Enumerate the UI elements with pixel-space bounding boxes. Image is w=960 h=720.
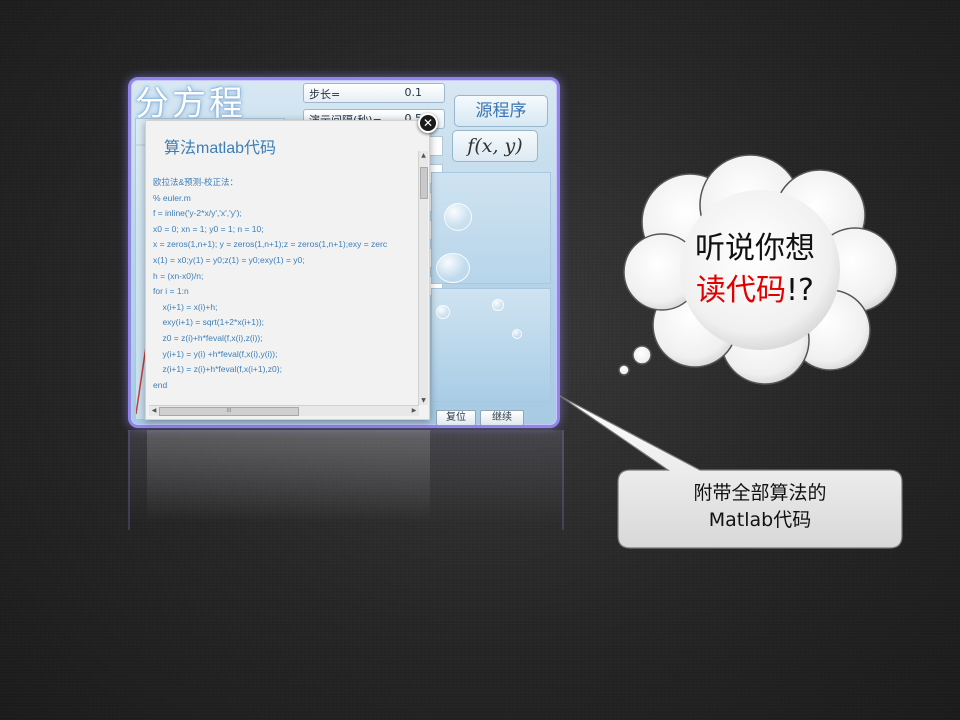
callout-text: 附带全部算法的 Matlab代码 (618, 480, 902, 534)
cloud-line-2: 读代码!? (650, 270, 860, 312)
thought-tail (618, 345, 652, 376)
cloud-line-1: 听说你想 (695, 231, 815, 266)
callout-line-1: 附带全部算法的 (693, 482, 827, 504)
close-icon[interactable]: ✕ (418, 113, 438, 133)
cloud-text: 听说你想 读代码!? (650, 228, 860, 312)
cloud-punct: !? (786, 273, 814, 308)
shapes-layer (559, 154, 903, 549)
callout-line-2: Matlab代码 (708, 509, 812, 531)
cloud-highlight: 读代码 (696, 273, 787, 308)
